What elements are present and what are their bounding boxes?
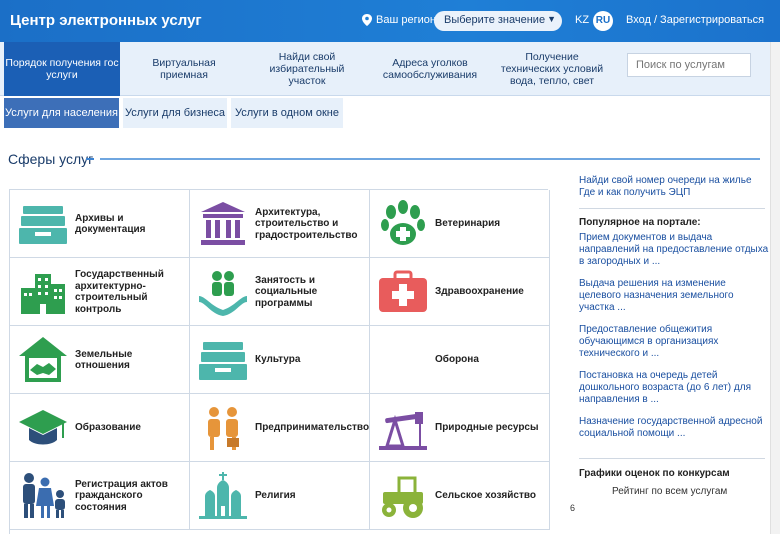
region-text: Ваш регион <box>376 14 436 26</box>
tab-citizens[interactable]: Услуги для населения <box>4 98 119 128</box>
category-label: Сельское хозяйство <box>435 490 536 502</box>
category-veterinary[interactable]: Ветеринария <box>370 190 550 258</box>
category-architecture[interactable]: Архитектура, строительство и градостроит… <box>190 190 370 258</box>
popular-list: Постановка на очередь детей дошкольного … <box>579 370 769 406</box>
people-hands-icon <box>197 266 249 318</box>
login-link[interactable]: Вход / Зарегистрироваться <box>626 14 764 26</box>
city-buildings-icon <box>17 266 69 318</box>
handshake-house-icon <box>17 334 69 386</box>
tab-one-window[interactable]: Услуги в одном окне <box>231 98 343 128</box>
chevron-down-icon: ▼ <box>547 14 556 24</box>
category-label: Оборона <box>435 354 479 366</box>
category-label: Регистрация актов гражданского состояния <box>75 478 168 513</box>
category-defense[interactable]: Оборона <box>370 326 550 394</box>
popular-link[interactable]: Прием документов и выдача направлений на… <box>579 232 769 268</box>
popular-link[interactable]: Постановка на очередь детей дошкольного … <box>579 370 769 406</box>
archive-icon <box>197 334 249 386</box>
category-entrepreneurship[interactable]: Предпринимательство <box>190 394 370 462</box>
sidebar-divider <box>579 208 765 209</box>
category-label: Земельные отношения <box>75 348 133 372</box>
section-title: Сферы услуг <box>8 151 94 167</box>
first-aid-icon <box>377 266 429 318</box>
business-people-icon <box>197 402 249 454</box>
popular-list: Назначение государственной адресной соци… <box>579 416 769 440</box>
building-columns-icon <box>197 198 249 250</box>
category-land[interactable]: Земельные отношения <box>10 326 190 394</box>
family-icon <box>17 470 69 522</box>
nav-item-polling-station[interactable]: Найди свой избирательный участок <box>252 42 362 96</box>
nav-item-self-service[interactable]: Адреса уголков самообслуживания <box>380 42 480 96</box>
category-label: Образование <box>75 422 141 434</box>
category-employment[interactable]: Занятость и социальные программы <box>190 258 370 326</box>
category-label: Занятость и социальные программы <box>255 274 318 309</box>
category-label: Природные ресурсы <box>435 422 539 434</box>
category-religion[interactable]: Религия <box>190 462 370 530</box>
popular-link[interactable]: Назначение государственной адресной соци… <box>579 416 769 440</box>
sidebar-top: Найди свой номер очереди на жилье Где и … <box>579 175 769 199</box>
category-culture[interactable]: Культура <box>190 326 370 394</box>
category-label: Архивы и документация <box>75 212 146 236</box>
category-civil-registry[interactable]: Регистрация актов гражданского состояния <box>10 462 190 530</box>
popular-list: Предоставление общежития обучающимся в о… <box>579 324 769 360</box>
queue-ecp-link[interactable]: Найди свой номер очереди на жилье Где и … <box>579 175 769 199</box>
rating-title: Рейтинг по всем услугам <box>612 486 728 497</box>
popular-list: Прием документов и выдача направлений на… <box>579 232 769 268</box>
graduation-cap-icon <box>17 402 69 454</box>
category-construction-control[interactable]: Государственный архитектурно-строительны… <box>10 258 190 326</box>
category-grid: Архивы и документация Архитектура, строи… <box>9 189 550 534</box>
top-header: Центр электронных услуг Ваш регион Выбер… <box>0 0 780 42</box>
category-label: Здравоохранение <box>435 286 524 298</box>
page-scrollbar[interactable] <box>770 42 780 534</box>
main-nav: Порядок получения гос услуги Виртуальная… <box>0 42 780 96</box>
category-label: Предпринимательство <box>255 422 370 434</box>
popular-link[interactable]: Выдача решения на изменение целевого наз… <box>579 278 769 314</box>
category-healthcare[interactable]: Здравоохранение <box>370 258 550 326</box>
popular-title: Популярное на портале: <box>579 217 701 228</box>
popular-link[interactable]: Предоставление общежития обучающимся в о… <box>579 324 769 360</box>
lang-ru-button[interactable]: RU <box>593 11 613 31</box>
sidebar-divider <box>579 458 765 459</box>
chart-axis-tick: 6 <box>570 503 576 513</box>
paw-icon <box>377 198 429 250</box>
category-agriculture[interactable]: Сельское хозяйство <box>370 462 550 530</box>
graphs-section: Графики оценок по конкурсам <box>579 468 769 479</box>
category-archives[interactable]: Архивы и документация <box>10 190 190 258</box>
location-pin-icon <box>362 14 372 26</box>
tab-business[interactable]: Услуги для бизнеса <box>123 98 227 128</box>
region-select-value: Выберите значение <box>444 14 546 26</box>
section-divider <box>100 158 760 160</box>
nav-item-procedure[interactable]: Порядок получения гос услуги <box>4 42 120 96</box>
oil-pump-icon <box>377 402 429 454</box>
brand-title[interactable]: Центр электронных услуг <box>10 12 202 29</box>
sidebar-popular: Популярное на портале: <box>579 217 769 228</box>
category-education[interactable]: Образование <box>10 394 190 462</box>
graphs-title: Графики оценок по конкурсам <box>579 468 730 479</box>
popular-list: Выдача решения на изменение целевого наз… <box>579 278 769 314</box>
category-label: Государственный архитектурно-строительны… <box>75 269 164 315</box>
archive-icon <box>17 198 69 250</box>
section-divider-dash <box>86 158 94 160</box>
category-label: Архитектура, строительство и градостроит… <box>255 206 358 241</box>
region-label: Ваш регион <box>362 14 436 26</box>
nav-item-virtual-reception[interactable]: Виртуальная приемная <box>134 42 234 96</box>
category-natural-resources[interactable]: Природные ресурсы <box>370 394 550 462</box>
tractor-icon <box>377 470 429 522</box>
church-icon <box>197 470 249 522</box>
region-select[interactable]: Выберите значение ▼ <box>434 11 562 31</box>
category-label: Ветеринария <box>435 218 501 230</box>
category-label: Религия <box>255 490 296 502</box>
service-search-input[interactable] <box>627 53 751 77</box>
category-label: Культура <box>255 354 301 366</box>
lang-kz-button[interactable]: KZ <box>575 14 589 26</box>
nav-item-tech-conditions[interactable]: Получение технических условий вода, тепл… <box>496 42 608 96</box>
